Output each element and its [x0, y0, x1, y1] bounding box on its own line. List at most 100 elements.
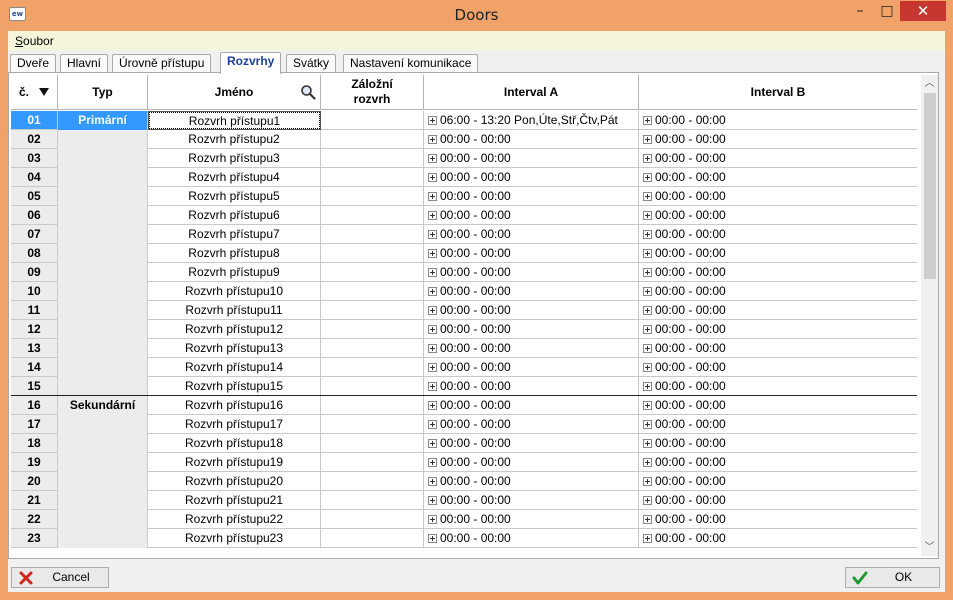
- interval-b-cell[interactable]: 00:00 - 00:00: [639, 472, 917, 491]
- expand-plus-icon[interactable]: [643, 325, 652, 334]
- schedule-name-cell[interactable]: Rozvrh přístupu19: [148, 453, 321, 472]
- tab-communication-settings[interactable]: Nastavení komunikace: [343, 54, 479, 73]
- scroll-down-icon[interactable]: ﹀: [921, 539, 938, 556]
- expand-plus-icon[interactable]: [643, 211, 652, 220]
- row-number[interactable]: 05: [11, 187, 58, 206]
- vertical-scrollbar[interactable]: ︿ ﹀: [921, 75, 938, 556]
- interval-b-cell[interactable]: 00:00 - 00:00: [639, 491, 917, 510]
- schedule-name-cell[interactable]: Rozvrh přístupu5: [148, 187, 321, 206]
- interval-a-cell[interactable]: 00:00 - 00:00: [424, 491, 639, 510]
- search-icon[interactable]: [300, 84, 316, 100]
- row-number[interactable]: 18: [11, 434, 58, 453]
- interval-b-cell[interactable]: 00:00 - 00:00: [639, 206, 917, 225]
- interval-a-cell[interactable]: 00:00 - 00:00: [424, 168, 639, 187]
- expand-plus-icon[interactable]: [643, 192, 652, 201]
- column-header-number[interactable]: č.: [11, 75, 58, 110]
- row-number[interactable]: 07: [11, 225, 58, 244]
- cancel-button[interactable]: Cancel: [11, 567, 109, 588]
- backup-schedule-cell[interactable]: [321, 168, 424, 187]
- expand-plus-icon[interactable]: [643, 515, 652, 524]
- menu-file[interactable]: Soubor: [15, 34, 54, 48]
- backup-schedule-cell[interactable]: [321, 434, 424, 453]
- expand-plus-icon[interactable]: [428, 477, 437, 486]
- row-number[interactable]: 16: [11, 396, 58, 415]
- expand-plus-icon[interactable]: [643, 116, 652, 125]
- interval-a-cell[interactable]: 00:00 - 00:00: [424, 377, 639, 396]
- type-group-secondary[interactable]: Sekundární: [58, 396, 148, 548]
- expand-plus-icon[interactable]: [428, 135, 437, 144]
- interval-a-cell[interactable]: 00:00 - 00:00: [424, 301, 639, 320]
- row-number[interactable]: 13: [11, 339, 58, 358]
- interval-b-cell[interactable]: 00:00 - 00:00: [639, 301, 917, 320]
- row-number[interactable]: 11: [11, 301, 58, 320]
- interval-a-cell[interactable]: 00:00 - 00:00: [424, 415, 639, 434]
- expand-plus-icon[interactable]: [643, 458, 652, 467]
- expand-plus-icon[interactable]: [428, 382, 437, 391]
- backup-schedule-cell[interactable]: [321, 206, 424, 225]
- interval-b-cell[interactable]: 00:00 - 00:00: [639, 225, 917, 244]
- backup-schedule-cell[interactable]: [321, 149, 424, 168]
- row-number[interactable]: 12: [11, 320, 58, 339]
- expand-plus-icon[interactable]: [428, 439, 437, 448]
- schedule-name-cell[interactable]: Rozvrh přístupu2: [148, 130, 321, 149]
- backup-schedule-cell[interactable]: [321, 320, 424, 339]
- row-number[interactable]: 17: [11, 415, 58, 434]
- interval-a-cell[interactable]: 00:00 - 00:00: [424, 358, 639, 377]
- row-number[interactable]: 03: [11, 149, 58, 168]
- expand-plus-icon[interactable]: [643, 496, 652, 505]
- expand-plus-icon[interactable]: [428, 363, 437, 372]
- interval-a-cell[interactable]: 00:00 - 00:00: [424, 282, 639, 301]
- row-number[interactable]: 04: [11, 168, 58, 187]
- interval-a-cell[interactable]: 06:00 - 13:20 Pon,Úte,Stř,Čtv,Pát: [424, 111, 639, 130]
- interval-b-cell[interactable]: 00:00 - 00:00: [639, 187, 917, 206]
- expand-plus-icon[interactable]: [428, 515, 437, 524]
- tab-main[interactable]: Hlavní: [60, 54, 109, 73]
- row-number[interactable]: 20: [11, 472, 58, 491]
- backup-schedule-cell[interactable]: [321, 339, 424, 358]
- title-bar[interactable]: ew Doors – □ ✕: [0, 0, 953, 31]
- expand-plus-icon[interactable]: [643, 154, 652, 163]
- backup-schedule-cell[interactable]: [321, 282, 424, 301]
- column-header-interval-b[interactable]: Interval B: [639, 75, 917, 110]
- backup-schedule-cell[interactable]: [321, 529, 424, 548]
- expand-plus-icon[interactable]: [428, 154, 437, 163]
- schedule-name-cell[interactable]: Rozvrh přístupu23: [148, 529, 321, 548]
- expand-plus-icon[interactable]: [428, 268, 437, 277]
- close-button[interactable]: ✕: [900, 1, 946, 21]
- expand-plus-icon[interactable]: [643, 534, 652, 543]
- interval-b-cell[interactable]: 00:00 - 00:00: [639, 320, 917, 339]
- expand-plus-icon[interactable]: [643, 420, 652, 429]
- interval-b-cell[interactable]: 00:00 - 00:00: [639, 111, 917, 130]
- backup-schedule-cell[interactable]: [321, 377, 424, 396]
- expand-plus-icon[interactable]: [643, 230, 652, 239]
- interval-b-cell[interactable]: 00:00 - 00:00: [639, 453, 917, 472]
- row-number[interactable]: 09: [11, 263, 58, 282]
- tab-holidays[interactable]: Svátky: [286, 54, 337, 73]
- expand-plus-icon[interactable]: [428, 534, 437, 543]
- backup-schedule-cell[interactable]: [321, 301, 424, 320]
- expand-plus-icon[interactable]: [643, 173, 652, 182]
- expand-plus-icon[interactable]: [428, 325, 437, 334]
- row-number[interactable]: 14: [11, 358, 58, 377]
- row-number[interactable]: 01: [11, 111, 58, 130]
- tab-doors[interactable]: Dveře: [10, 54, 57, 73]
- tab-access-levels[interactable]: Úrovně přístupu: [112, 54, 212, 73]
- interval-b-cell[interactable]: 00:00 - 00:00: [639, 168, 917, 187]
- expand-plus-icon[interactable]: [428, 458, 437, 467]
- schedule-name-cell[interactable]: Rozvrh přístupu21: [148, 491, 321, 510]
- expand-plus-icon[interactable]: [428, 344, 437, 353]
- schedule-name-cell[interactable]: Rozvrh přístupu17: [148, 415, 321, 434]
- backup-schedule-cell[interactable]: [321, 453, 424, 472]
- type-group-primary[interactable]: Primární: [58, 111, 148, 396]
- column-header-name[interactable]: Jméno: [148, 75, 321, 110]
- expand-plus-icon[interactable]: [428, 496, 437, 505]
- column-header-type[interactable]: Typ: [58, 75, 148, 110]
- expand-plus-icon[interactable]: [428, 420, 437, 429]
- ok-button[interactable]: OK: [845, 567, 940, 588]
- interval-b-cell[interactable]: 00:00 - 00:00: [639, 263, 917, 282]
- schedule-name-cell[interactable]: Rozvrh přístupu13: [148, 339, 321, 358]
- schedule-name-cell[interactable]: Rozvrh přístupu16: [148, 396, 321, 415]
- schedule-name-cell[interactable]: Rozvrh přístupu1: [148, 111, 321, 130]
- expand-plus-icon[interactable]: [428, 249, 437, 258]
- expand-plus-icon[interactable]: [643, 344, 652, 353]
